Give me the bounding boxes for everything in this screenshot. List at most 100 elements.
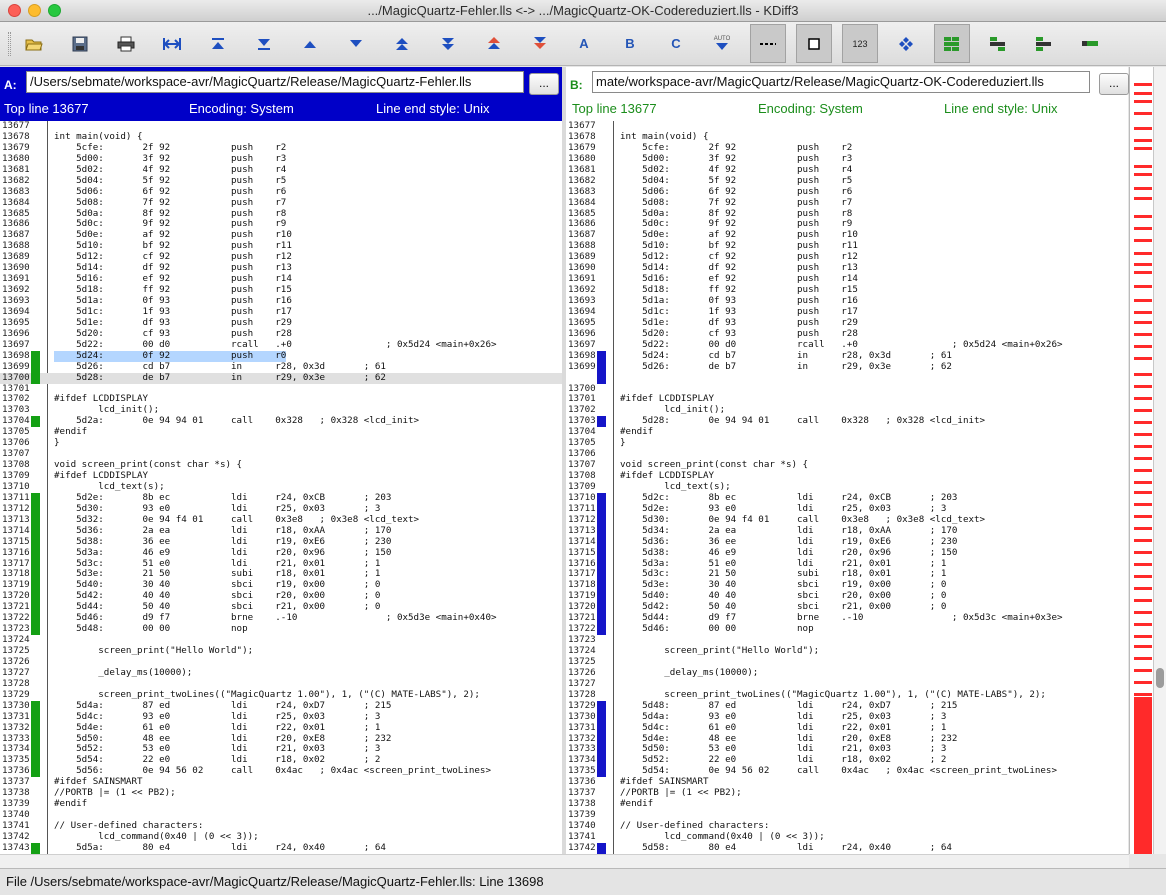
diff-marker: [31, 165, 40, 176]
split-diff-icon[interactable]: [1026, 25, 1062, 62]
code-line[interactable]: 13682 5d04: 5f 92 push r5: [0, 175, 562, 187]
code-line[interactable]: 13714 5d36: 2a ea ldi r18, 0xAA ; 170: [0, 525, 562, 537]
horizontal-scrollbar[interactable]: [0, 854, 1129, 868]
line-number: 13742: [568, 841, 596, 853]
show-whitespace-chars-toggle[interactable]: [796, 24, 832, 63]
code-line[interactable]: 13705 #endif: [0, 426, 562, 438]
select-b-icon[interactable]: B: [612, 25, 648, 62]
pane-b-path-field[interactable]: mate/workspace-avr/MagicQuartz/Release/M…: [592, 71, 1090, 93]
overview-diff-mark: [1134, 635, 1152, 638]
goto-prev-delta-icon[interactable]: [292, 25, 328, 62]
code-line[interactable]: 13682 5d04: 5f 92 push r5: [566, 175, 1128, 187]
line-text: _delay_ms(10000);: [54, 666, 193, 678]
toolbar-grip[interactable]: [8, 32, 11, 56]
code-line[interactable]: 13684 5d08: 7f 92 push r7: [566, 197, 1128, 209]
code-line[interactable]: 13684 5d08: 7f 92 push r7: [0, 197, 562, 209]
goto-next-delta-icon[interactable]: [338, 25, 374, 62]
show-line-numbers-toggle[interactable]: 123: [842, 24, 878, 63]
pane-a-path-field[interactable]: /Users/sebmate/workspace-avr/MagicQuartz…: [26, 71, 524, 93]
goto-next-unsolved-conflict-icon[interactable]: [522, 25, 558, 62]
pane-b-browse-button[interactable]: ...: [1099, 73, 1129, 95]
diff-marker: [597, 591, 606, 603]
code-line[interactable]: 13723 5d48: 00 00 nop: [0, 623, 562, 636]
code-line[interactable]: 13713 5d34: 2a ea ldi r18, 0xAA ; 170: [566, 525, 1128, 537]
code-line[interactable]: 13724 screen_print("Hello World");: [566, 645, 1128, 657]
code-line[interactable]: 13683 5d06: 6f 92 push r6: [0, 186, 562, 198]
code-line[interactable]: 13716 5d3a: 46 e9 ldi r20, 0x96 ; 150: [0, 547, 562, 559]
code-line[interactable]: 13704 #endif: [566, 426, 1128, 438]
goto-next-conflict-icon[interactable]: [430, 25, 466, 62]
code-line[interactable]: 13706}: [0, 437, 562, 449]
diff-marker: [31, 492, 40, 504]
select-a-icon[interactable]: A: [566, 25, 602, 62]
show-window-c-icon[interactable]: [980, 25, 1016, 62]
line-text: 5d28: de b7 in r29, 0x3e ; 62: [54, 371, 386, 384]
code-line[interactable]: [566, 372, 1128, 384]
code-line[interactable]: 13722 5d46: 00 00 nop: [566, 623, 1128, 636]
scrollbar-thumb[interactable]: [1156, 668, 1164, 688]
overview-diff-mark: [1134, 285, 1152, 288]
pane-a-browse-button[interactable]: ...: [529, 73, 559, 95]
diff-marker: [597, 711, 606, 723]
line-number: 13729: [568, 699, 596, 711]
join-diffs-icon[interactable]: [1072, 25, 1108, 62]
vertical-scrollbar[interactable]: [1153, 67, 1166, 854]
code-line[interactable]: 13705}: [566, 437, 1128, 449]
goto-prev-conflict-icon[interactable]: [384, 25, 420, 62]
line-number: 13700: [2, 371, 30, 383]
code-line[interactable]: 13726 _delay_ms(10000);: [566, 667, 1128, 679]
save-icon[interactable]: [62, 25, 98, 62]
code-line[interactable]: 13743 5d5a: 80 e4 ldi r24, 0x40 ; 64: [0, 842, 562, 854]
diff-marker: [31, 285, 40, 296]
pane-a-header: A: /Users/sebmate/workspace-avr/MagicQua…: [0, 67, 562, 121]
select-c-icon[interactable]: C: [658, 25, 694, 62]
code-line[interactable]: 13731 5d4c: 61 e0 ldi r22, 0x01 ; 1: [566, 721, 1128, 734]
overview-diff-mark: [1134, 551, 1152, 554]
open-folder-icon[interactable]: [16, 25, 52, 62]
diff-marker: [31, 799, 40, 810]
code-line[interactable]: 13739 #endif: [0, 798, 562, 810]
diff-marker: [597, 580, 606, 592]
overview-diff-mark: [1134, 311, 1152, 314]
show-window-a-icon[interactable]: [888, 25, 924, 62]
print-icon[interactable]: [108, 25, 144, 62]
diff-marker: [597, 285, 606, 296]
show-window-b-icon[interactable]: [934, 24, 970, 63]
code-line[interactable]: 13683 5d06: 6f 92 push r6: [566, 186, 1128, 198]
code-line[interactable]: 13699 5d26: de b7 in r29, 0x3e ; 62: [566, 361, 1128, 373]
goto-last-delta-icon[interactable]: [246, 25, 282, 62]
auto-advance-icon[interactable]: AUTO: [704, 25, 740, 62]
diff-marker: [597, 766, 606, 778]
diff-marker: [597, 263, 606, 274]
code-line[interactable]: 13698 5d24: 0f 92 push r0: [0, 350, 562, 362]
goto-current-delta-icon[interactable]: [154, 25, 190, 62]
goto-prev-unsolved-conflict-icon[interactable]: [476, 25, 512, 62]
line-text: 5d4c: 61 e0 ldi r22, 0x01 ; 1: [620, 721, 947, 733]
diff-marker: [31, 219, 40, 230]
code-line[interactable]: 13730 5d4a: 93 e0 ldi r25, 0x03 ; 3: [566, 711, 1128, 723]
code-line[interactable]: 13729 5d48: 87 ed ldi r24, 0xD7 ; 215: [566, 699, 1128, 712]
code-line[interactable]: 13727 _delay_ms(10000);: [0, 666, 562, 679]
code-line[interactable]: 13699 5d26: cd b7 in r28, 0x3d ; 61: [0, 361, 562, 373]
overview-diff-mark: [1134, 112, 1152, 115]
pane-b-text-view[interactable]: 13677 13678 int main(void) {13679 5cfe: 2f…: [566, 121, 1128, 854]
pane-a-text-view[interactable]: 13677 13678 int main(void) {13679 5cfe: 2f…: [0, 121, 562, 854]
show-whitespace-toggle[interactable]: [750, 24, 786, 63]
code-line[interactable]: 13738 #endif: [566, 798, 1128, 810]
code-line[interactable]: 13715 5d38: 36 ee ldi r19, 0xE6 ; 230: [0, 535, 562, 548]
code-line[interactable]: 13700 5d28: de b7 in r29, 0x3e ; 62: [0, 371, 562, 384]
diff-marker: [31, 329, 40, 340]
line-text: 5d38: 36 ee ldi r19, 0xE6 ; 230: [54, 535, 392, 547]
code-line[interactable]: 13732 5d4e: 61 e0 ldi r22, 0x01 ; 1: [0, 722, 562, 734]
code-line[interactable]: 13731 5d4c: 93 e0 ldi r25, 0x03 ; 3: [0, 711, 562, 723]
code-line[interactable]: 13730 5d4a: 87 ed ldi r24, 0xD7 ; 215: [0, 700, 562, 712]
code-line[interactable]: 13698 5d24: cd b7 in r28, 0x3d ; 61: [566, 350, 1128, 362]
goto-first-delta-icon[interactable]: [200, 25, 236, 62]
diff-overview-bar[interactable]: [1129, 67, 1153, 854]
code-line[interactable]: 13714 5d36: 36 ee ldi r19, 0xE6 ; 230: [566, 536, 1128, 548]
pane-b-encoding: Encoding: System: [758, 101, 863, 116]
code-line[interactable]: 13742 5d58: 80 e4 ldi r24, 0x40 ; 64: [566, 841, 1128, 854]
overview-diff-mark: [1134, 657, 1152, 660]
code-line[interactable]: 13715 5d38: 46 e9 ldi r20, 0x96 ; 150: [566, 547, 1128, 559]
code-line[interactable]: 13725 screen_print("Hello World");: [0, 645, 562, 657]
